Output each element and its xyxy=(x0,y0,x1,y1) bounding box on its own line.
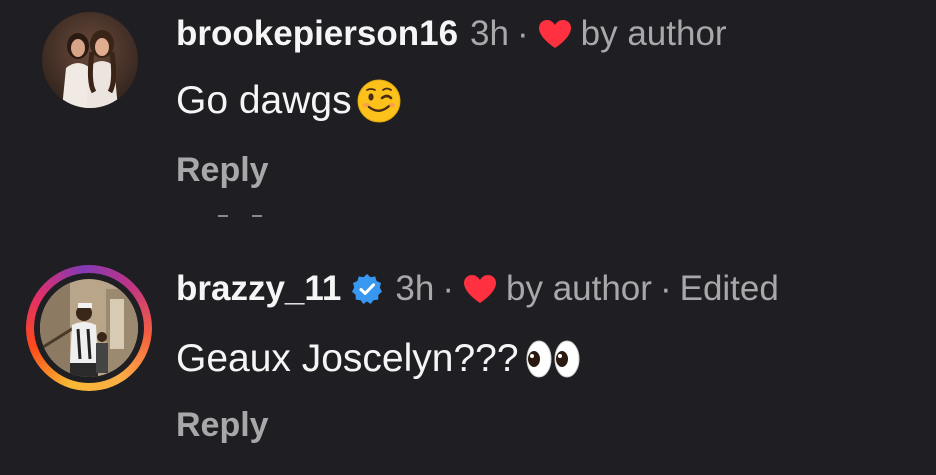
avatar-photo-image xyxy=(40,279,138,377)
separator: · xyxy=(442,269,454,308)
separator: · xyxy=(659,269,672,308)
heart-icon xyxy=(464,275,496,303)
comment-text: Go dawgs xyxy=(176,78,402,124)
reply-button[interactable]: Reply xyxy=(176,405,269,445)
comment-text-content: Geaux Joscelyn??? xyxy=(176,337,519,380)
comments-thread: brookepierson16 3h · by author Go dawgs xyxy=(0,0,936,475)
comment-meta: brookepierson16 3h · by author xyxy=(176,14,727,54)
avatar-photo xyxy=(40,279,138,377)
verified-badge-icon xyxy=(352,274,383,304)
divider-dashes xyxy=(218,213,278,219)
separator: · xyxy=(516,14,529,53)
reply-button[interactable]: Reply xyxy=(176,150,269,190)
liked-by-author-label: by author xyxy=(506,269,652,308)
comment-text: Geaux Joscelyn??? xyxy=(176,337,581,381)
avatar[interactable] xyxy=(42,12,138,108)
eyes-emoji-icon xyxy=(526,340,580,378)
edited-label: Edited xyxy=(679,269,779,308)
avatar xyxy=(34,273,144,383)
avatar-story-ring[interactable] xyxy=(26,265,152,391)
timestamp: 3h xyxy=(395,269,435,308)
comment-meta: brazzy_11 3h · by author · Edited xyxy=(176,269,779,309)
timestamp: 3h xyxy=(470,14,509,53)
heart-icon xyxy=(538,20,571,48)
liked-by-author-label: by author xyxy=(580,14,727,53)
comment-text-content: Go dawgs xyxy=(176,79,352,122)
username[interactable]: brazzy_11 xyxy=(176,269,341,309)
avatar-photo xyxy=(42,12,138,108)
winking-face-emoji-icon xyxy=(357,79,401,123)
username[interactable]: brookepierson16 xyxy=(176,14,458,54)
